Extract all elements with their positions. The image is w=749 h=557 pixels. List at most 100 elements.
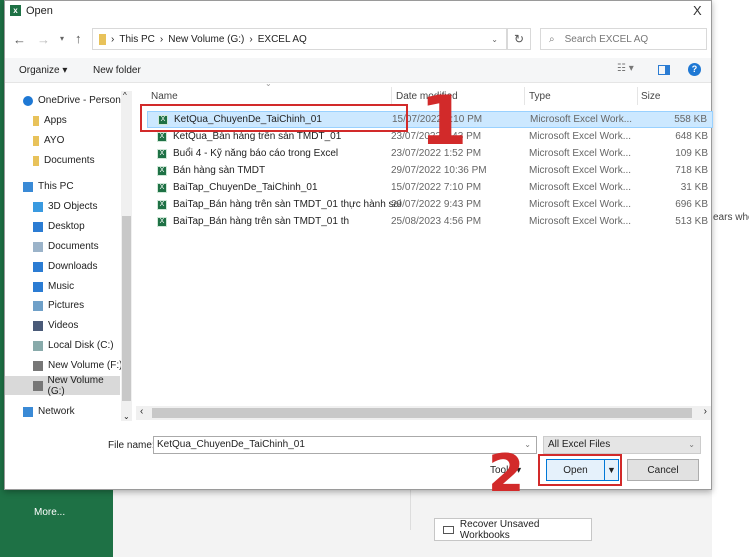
nav-item[interactable]: Local Disk (C:) — [19, 336, 131, 355]
file-row[interactable]: X Bán hàng sàn TMDT 29/07/2022 10:36 PM … — [147, 162, 713, 179]
file-date: 15/07/2022 7:10 PM — [391, 182, 482, 193]
breadcrumb-folder[interactable]: EXCEL AQ — [258, 34, 307, 45]
preview-pane-icon[interactable] — [658, 65, 670, 75]
more-link[interactable]: More... — [34, 507, 65, 518]
nav-item[interactable]: This PC — [19, 177, 131, 196]
file-type: Microsoft Excel Work... — [529, 182, 632, 193]
file-name-value: KetQua_ChuyenDe_TaiChinh_01 — [157, 439, 305, 450]
breadcrumb-separator: › — [111, 33, 115, 45]
nav-item[interactable]: Network — [19, 402, 131, 421]
nav-item[interactable]: Documents — [19, 237, 131, 256]
search-input[interactable]: ⌕ Search EXCEL AQ — [540, 28, 707, 50]
breadcrumb-volume[interactable]: New Volume (G:) — [168, 34, 244, 45]
column-type[interactable]: Type — [529, 91, 551, 102]
nav-item-label: Local Disk (C:) — [48, 340, 114, 351]
nav-scrollbar[interactable]: ^ ⌄ — [121, 91, 132, 421]
nav-item-label: New Volume (F:) — [48, 360, 123, 371]
nav-item[interactable]: Videos — [19, 316, 131, 335]
nav-item[interactable]: Desktop — [19, 217, 131, 236]
annotation-step-2: 2 — [488, 444, 525, 504]
nav-item-label: AYO — [44, 135, 65, 146]
scroll-left-icon: ‹ — [140, 406, 144, 417]
file-type-value: All Excel Files — [548, 439, 611, 450]
excel-file-icon: X — [157, 131, 167, 142]
folder-open-icon — [443, 525, 454, 534]
file-date: 29/07/2022 10:36 PM — [391, 165, 487, 176]
chevron-down-icon: ⌄ — [688, 440, 695, 449]
nav-item[interactable]: New Volume (G:) — [5, 375, 120, 397]
file-name: Bán hàng sàn TMDT — [173, 165, 266, 176]
file-type: Microsoft Excel Work... — [529, 131, 632, 142]
nav-item-label: Documents — [44, 155, 95, 166]
scroll-right-icon: › — [703, 406, 707, 417]
horizontal-scrollbar[interactable]: ‹ › — [136, 406, 711, 420]
file-row[interactable]: X BaiTap_Bán hàng trên sàn TMDT_01 thực … — [147, 196, 713, 213]
folder-icon — [33, 155, 39, 166]
file-name: BaiTap_Bán hàng trên sàn TMDT_01 thực hà… — [173, 199, 402, 210]
nav-item[interactable]: AYO — [19, 131, 131, 150]
new-folder-button[interactable]: New folder — [93, 65, 141, 76]
cancel-button[interactable]: Cancel — [627, 459, 699, 481]
nav-item[interactable]: OneDrive - Person — [19, 91, 131, 110]
divider — [410, 490, 411, 530]
desktop-icon — [33, 221, 43, 232]
file-size: 31 KB — [680, 182, 708, 193]
chevron-down-icon: ⌄ — [524, 440, 531, 449]
excel-file-icon: X — [157, 199, 167, 210]
nav-item[interactable]: Documents — [19, 151, 131, 170]
music-icon — [33, 281, 43, 292]
help-icon[interactable]: ? — [688, 63, 701, 76]
background-panel — [712, 0, 749, 557]
column-size[interactable]: Size — [641, 91, 660, 102]
nav-item-label: Pictures — [48, 300, 85, 311]
file-name-input[interactable]: KetQua_ChuyenDe_TaiChinh_01 ⌄ — [153, 436, 537, 454]
organize-button[interactable]: Organize ▾ — [19, 65, 67, 76]
close-button[interactable]: X — [693, 3, 702, 18]
annotation-box-1 — [140, 104, 408, 132]
file-type: Microsoft Excel Work... — [529, 199, 632, 210]
file-type: Microsoft Excel Work... — [529, 165, 632, 176]
open-dialog: x Open X ← → ▾ ↑ › This PC › New Volume … — [4, 0, 713, 490]
recover-unsaved-workbooks-button[interactable]: Recover Unsaved Workbooks — [434, 518, 592, 541]
scroll-down-icon: ⌄ — [123, 412, 130, 421]
drive-icon — [33, 380, 43, 391]
nav-item-label: Downloads — [48, 261, 98, 272]
file-type: Microsoft Excel Work... — [529, 148, 632, 159]
up-icon[interactable]: ↑ — [75, 31, 82, 46]
file-row[interactable]: X BaiTap_Bán hàng trên sàn TMDT_01 th 25… — [147, 213, 713, 230]
nav-item[interactable]: New Volume (F:) — [19, 356, 131, 375]
annotation-box-2 — [538, 454, 622, 486]
excel-file-icon: X — [157, 165, 167, 176]
document-icon — [33, 241, 43, 252]
nav-item[interactable]: 3D Objects — [19, 197, 131, 216]
nav-item-label: Videos — [48, 320, 79, 331]
address-bar[interactable]: › This PC › New Volume (G:) › EXCEL AQ ⌄ — [92, 28, 507, 50]
file-size: 648 KB — [675, 131, 708, 142]
download-icon — [33, 261, 43, 272]
nav-item[interactable]: Music — [19, 277, 131, 296]
nav-item-label: Desktop — [48, 221, 85, 232]
nav-item-label: Documents — [48, 241, 99, 252]
view-options-icon[interactable]: ☷ ▾ — [617, 63, 634, 74]
column-name[interactable]: Name — [151, 91, 178, 102]
breadcrumb-this-pc[interactable]: This PC — [119, 34, 155, 45]
forward-icon[interactable]: → — [37, 32, 50, 47]
nav-item[interactable]: Pictures — [19, 296, 131, 315]
cloud-icon — [23, 95, 33, 106]
scroll-up-icon: ^ — [123, 91, 127, 100]
file-date: 29/07/2022 9:43 PM — [391, 199, 482, 210]
refresh-button[interactable]: ↻ — [507, 28, 531, 50]
breadcrumb-separator: › — [249, 33, 253, 45]
nav-item[interactable]: Apps — [19, 111, 131, 130]
folder-icon — [33, 115, 39, 126]
nav-item-label: This PC — [38, 181, 74, 192]
back-icon[interactable]: ← — [13, 32, 26, 47]
search-placeholder: Search EXCEL AQ — [564, 33, 649, 45]
chevron-down-icon[interactable]: ⌄ — [491, 35, 498, 44]
file-size: 109 KB — [675, 148, 708, 159]
annotation-step-1: 1 — [420, 82, 468, 161]
recent-dropdown-icon[interactable]: ▾ — [60, 34, 64, 43]
nav-item[interactable]: Downloads — [19, 257, 131, 276]
file-row[interactable]: X BaiTap_ChuyenDe_TaiChinh_01 15/07/2022… — [147, 179, 713, 196]
file-type-select[interactable]: All Excel Files ⌄ — [543, 436, 701, 454]
